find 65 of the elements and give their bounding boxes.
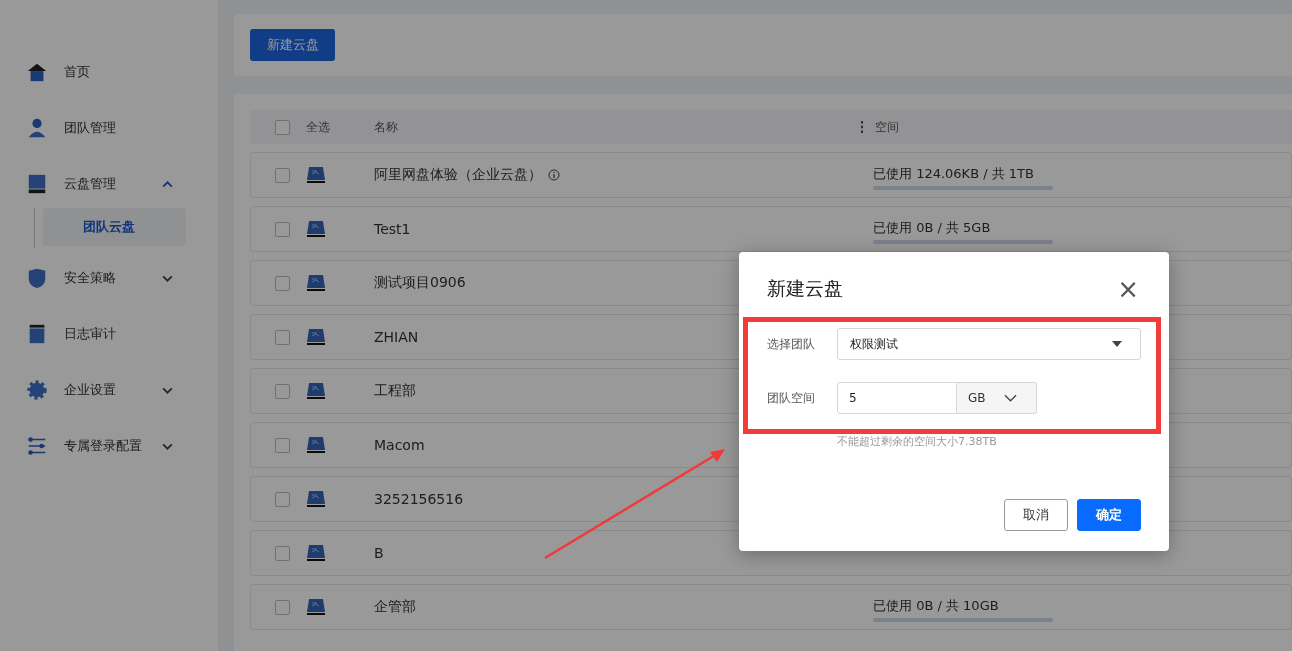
field-label: 团队空间 <box>767 389 816 407</box>
drive-icon <box>306 165 326 185</box>
new-drive-button[interactable]: 新建云盘 <box>250 29 335 61</box>
checkbox[interactable] <box>275 119 290 135</box>
checkbox[interactable] <box>275 545 290 561</box>
cancel-button[interactable]: 取消 <box>1004 499 1068 531</box>
hint-text: 不能超过剩余的空间大小7.38TB <box>837 434 998 449</box>
usage-text: 已使用 124.06KB / 共 1TB <box>873 164 1035 183</box>
table-row[interactable]: Test1 已使用 0B / 共 5GB <box>250 206 1292 252</box>
house-icon <box>26 61 48 83</box>
nav-item[interactable]: 安全策略 <box>0 250 218 306</box>
drive-name: B <box>374 545 384 561</box>
checkbox[interactable] <box>275 437 290 453</box>
nav-item[interactable]: 团队管理 <box>0 100 218 156</box>
checkbox[interactable] <box>275 383 290 399</box>
drive-icon <box>306 381 326 401</box>
dialog-title: 新建云盘 <box>767 276 843 301</box>
table-row[interactable]: 阿里网盘体验（企业云盘） 已使用 124.06KB / 共 1TB <box>250 152 1292 198</box>
checkbox[interactable] <box>275 221 290 237</box>
sliders-icon <box>26 435 48 457</box>
drive-name: 阿里网盘体验（企业云盘） <box>374 166 542 184</box>
drive-icon <box>306 489 326 509</box>
checkbox[interactable] <box>275 329 290 345</box>
field-label: 选择团队 <box>767 335 816 353</box>
unit-select[interactable]: GB <box>957 382 1037 414</box>
confirm-button[interactable]: 确定 <box>1077 499 1141 531</box>
checkbox[interactable] <box>275 275 290 291</box>
nav-item[interactable]: 日志审计 <box>0 306 218 362</box>
checkbox[interactable] <box>275 491 290 507</box>
info-icon[interactable] <box>548 169 560 181</box>
select-all-label: 全选 <box>306 118 331 136</box>
person-icon <box>26 117 48 139</box>
drive-name: ZHIAN <box>374 329 419 345</box>
drive-icon <box>306 327 326 347</box>
checkbox[interactable] <box>275 167 290 183</box>
drive-name: Macom <box>374 437 425 453</box>
drive-icon <box>306 543 326 563</box>
drive-icon <box>306 219 326 239</box>
dropdown-icon <box>1112 341 1122 347</box>
chevron-down-icon <box>1003 394 1017 402</box>
column-header: 名称 <box>374 118 399 136</box>
nav-item[interactable]: 企业设置 <box>0 362 218 418</box>
drive-name: 3252156516 <box>374 491 464 507</box>
usage-text: 已使用 0B / 共 5GB <box>873 218 992 237</box>
nav-subitem[interactable]: 团队云盘 <box>43 208 186 246</box>
gear-icon <box>26 379 48 401</box>
drag-handle-icon[interactable] <box>860 121 864 133</box>
checkbox[interactable] <box>275 599 290 615</box>
drive-name: 企管部 <box>374 598 416 616</box>
usage-text: 已使用 0B / 共 10GB <box>873 596 1000 615</box>
column-header: 空间 <box>875 118 899 136</box>
shield-icon <box>26 267 48 289</box>
close-button[interactable]: × <box>1115 276 1141 302</box>
drive-name: 测试项目0906 <box>374 274 466 292</box>
drive-name: 工程部 <box>374 382 416 400</box>
space-input[interactable]: 5 <box>837 382 957 414</box>
nav-item[interactable]: 首页 <box>0 44 218 100</box>
drive-icon <box>306 273 326 293</box>
nav-item[interactable]: 专属登录配置 <box>0 418 218 474</box>
table-row[interactable]: 企管部 已使用 0B / 共 10GB <box>250 584 1292 630</box>
drive-icon <box>306 435 326 455</box>
drive-icon <box>306 597 326 617</box>
drive-icon <box>26 173 48 195</box>
drive-name: Test1 <box>374 221 411 237</box>
team-select[interactable]: 权限测试 <box>837 328 1141 360</box>
